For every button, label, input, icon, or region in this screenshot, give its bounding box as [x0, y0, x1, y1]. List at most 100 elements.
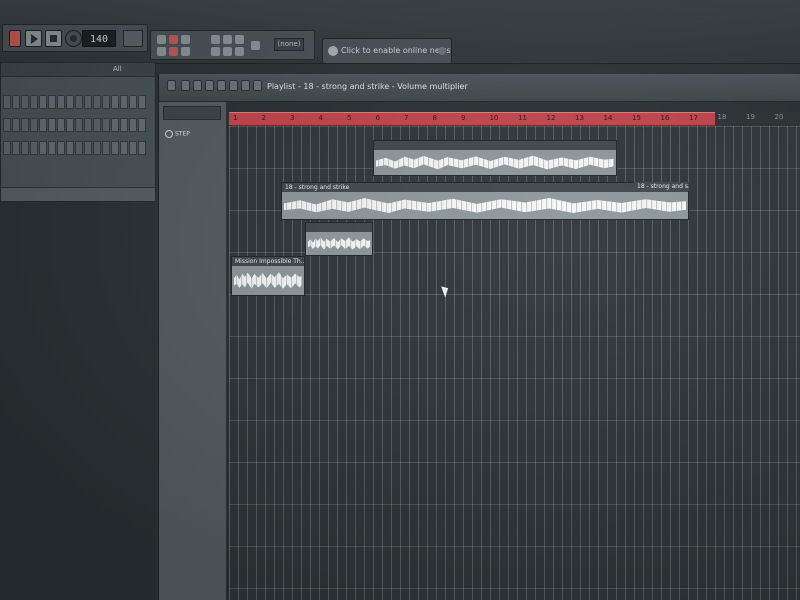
record-mode-icon[interactable] — [169, 35, 178, 44]
undo-icon[interactable] — [157, 35, 166, 44]
audio-clip[interactable] — [305, 222, 373, 256]
step-button[interactable] — [93, 118, 101, 132]
step-button[interactable] — [48, 118, 56, 132]
audio-clip[interactable]: 18 - strong and strike — [281, 182, 689, 220]
step-button[interactable] — [66, 141, 74, 155]
step-button[interactable] — [111, 95, 119, 109]
step-button[interactable] — [48, 95, 56, 109]
clip-header: 18 - strong and strike — [282, 183, 688, 192]
step-button[interactable] — [21, 95, 29, 109]
playlist-titlebar[interactable]: Playlist - 18 - strong and strike - Volu… — [159, 74, 800, 102]
news-arrow-icon — [438, 47, 446, 55]
step-button[interactable] — [12, 95, 20, 109]
step-button[interactable] — [138, 95, 146, 109]
playlist-menu-icon[interactable] — [167, 80, 176, 91]
clip-header — [374, 141, 616, 150]
step-button[interactable] — [57, 141, 65, 155]
delete-tool-icon[interactable] — [205, 80, 214, 91]
step-button[interactable] — [102, 95, 110, 109]
step-button[interactable] — [129, 118, 137, 132]
channel-rack-icon[interactable] — [235, 35, 244, 44]
online-news-button[interactable]: Click to enable online news — [322, 38, 452, 64]
export-icon[interactable] — [181, 47, 190, 56]
step-button[interactable] — [12, 118, 20, 132]
draw-tool-icon[interactable] — [181, 80, 190, 91]
playlist-icon[interactable] — [211, 35, 220, 44]
step-button[interactable] — [66, 95, 74, 109]
step-button[interactable] — [84, 95, 92, 109]
step-button[interactable] — [120, 141, 128, 155]
step-button[interactable] — [120, 95, 128, 109]
save-icon[interactable] — [181, 35, 190, 44]
plugin-picker-icon[interactable] — [235, 47, 244, 56]
stop-button[interactable] — [45, 30, 62, 47]
step-button[interactable] — [39, 141, 47, 155]
step-button[interactable] — [39, 95, 47, 109]
slice-tool-icon[interactable] — [229, 80, 238, 91]
piano-roll-icon[interactable] — [223, 35, 232, 44]
audio-clip[interactable] — [373, 140, 617, 176]
pattern-song-toggle[interactable] — [9, 30, 21, 47]
step-button[interactable] — [39, 118, 47, 132]
audio-clip[interactable]: Mission Impossible Th... — [231, 256, 305, 296]
step-button[interactable] — [57, 118, 65, 132]
step-button[interactable] — [30, 95, 38, 109]
step-button[interactable] — [3, 95, 11, 109]
snap-selector[interactable]: (none) — [274, 38, 304, 51]
bar-number: 15 — [632, 114, 641, 122]
play-button[interactable] — [25, 30, 42, 47]
magnet-icon[interactable] — [251, 41, 260, 50]
step-button[interactable] — [57, 95, 65, 109]
mute-tool-icon[interactable] — [217, 80, 226, 91]
clip-header: Mission Impossible Th... — [232, 257, 304, 266]
picker-mode-tabs[interactable] — [163, 106, 221, 120]
tempo-display[interactable]: 140 — [82, 30, 116, 47]
cut-icon[interactable] — [157, 47, 166, 56]
step-button[interactable] — [48, 141, 56, 155]
step-button[interactable] — [30, 141, 38, 155]
select-tool-icon[interactable] — [241, 80, 250, 91]
audio-clip-overlay[interactable]: 18 - strong and s... — [634, 182, 689, 220]
channel-step-row — [3, 118, 146, 132]
clip-waveform — [284, 197, 686, 214]
step-button[interactable] — [120, 118, 128, 132]
metronome-button[interactable] — [123, 30, 143, 47]
step-button[interactable] — [21, 118, 29, 132]
zoom-tool-icon[interactable] — [253, 80, 262, 91]
step-button[interactable] — [93, 141, 101, 155]
bar-number: 7 — [404, 114, 409, 122]
step-button[interactable] — [12, 141, 20, 155]
step-button[interactable] — [3, 141, 11, 155]
step-button[interactable] — [111, 141, 119, 155]
step-button[interactable] — [75, 141, 83, 155]
step-button[interactable] — [138, 118, 146, 132]
timeline-ruler[interactable]: 1 2 3 4 5 6 7 8 9 10 11 12 13 14 15 16 17 — [229, 112, 715, 126]
channel-filter[interactable]: All — [113, 65, 122, 73]
browser-icon[interactable] — [223, 47, 232, 56]
arrangement-grid[interactable]: 18 - strong and strike 18 - strong and s… — [229, 126, 800, 600]
step-button[interactable] — [84, 118, 92, 132]
clip-waveform — [234, 272, 302, 289]
loop-record-icon[interactable] — [169, 47, 178, 56]
step-button[interactable] — [66, 118, 74, 132]
step-button[interactable] — [3, 118, 11, 132]
bar-number: 3 — [290, 114, 295, 122]
bar-number: 12 — [546, 114, 556, 122]
step-button[interactable] — [75, 118, 83, 132]
record-button[interactable] — [65, 30, 82, 47]
step-button[interactable] — [84, 141, 92, 155]
step-button[interactable] — [129, 95, 137, 109]
mixer-icon[interactable] — [211, 47, 220, 56]
step-button[interactable] — [75, 95, 83, 109]
step-button[interactable] — [93, 95, 101, 109]
step-button[interactable] — [129, 141, 137, 155]
step-button[interactable] — [102, 118, 110, 132]
step-button[interactable] — [30, 118, 38, 132]
step-label: STEP — [165, 130, 190, 138]
step-button[interactable] — [21, 141, 29, 155]
paint-tool-icon[interactable] — [193, 80, 202, 91]
step-button[interactable] — [102, 141, 110, 155]
step-button[interactable] — [111, 118, 119, 132]
bar-number: 17 — [689, 114, 698, 122]
step-button[interactable] — [138, 141, 146, 155]
